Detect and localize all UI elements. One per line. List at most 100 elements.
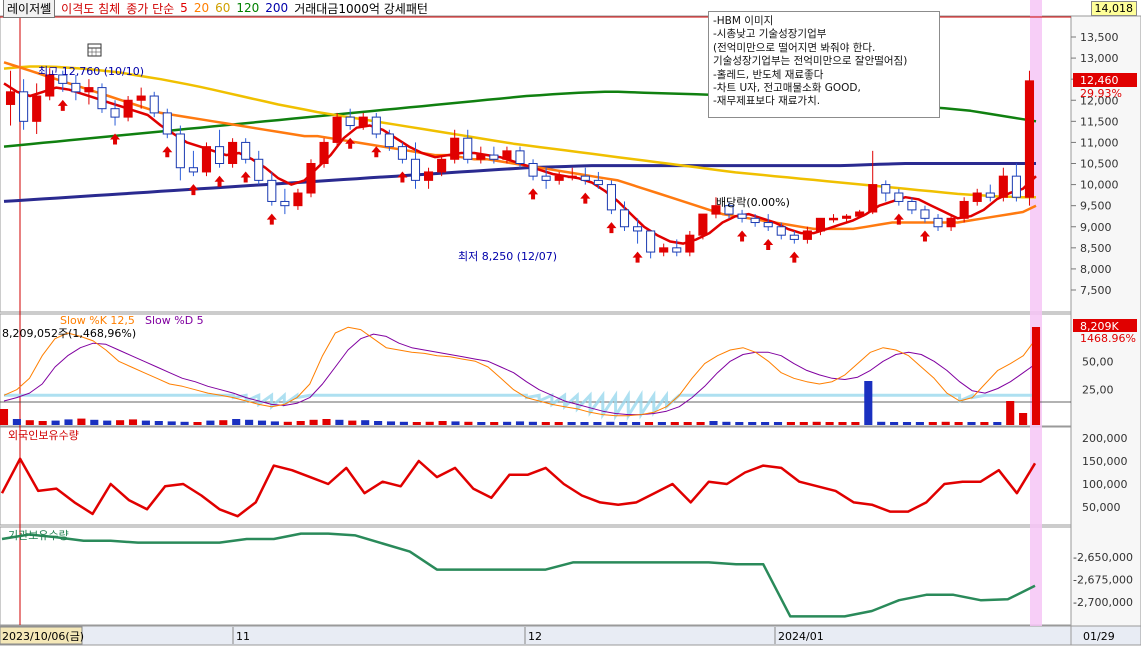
volume-bar <box>270 421 279 425</box>
volume-bar <box>541 422 550 425</box>
volume-bar <box>902 422 912 425</box>
volume-bar <box>464 421 473 425</box>
volume-bar <box>515 421 525 425</box>
candle-body <box>293 192 303 207</box>
candle <box>306 159 316 198</box>
candle-body <box>306 163 316 194</box>
candle-body <box>188 167 198 173</box>
volume-bar <box>51 420 60 425</box>
volume-bar <box>1031 327 1041 425</box>
candle-body <box>45 74 55 97</box>
volume-bar <box>38 421 47 425</box>
stoch-tick-label: 50,00 <box>1082 355 1114 368</box>
stock-name[interactable]: 레이저쎌 <box>3 0 56 18</box>
volume-bar <box>490 422 499 425</box>
current-change: 29.93% <box>1080 87 1122 100</box>
candle-body <box>345 116 355 127</box>
volume-bar <box>348 420 357 425</box>
volume-bar <box>425 421 434 425</box>
volume-bar <box>851 422 860 425</box>
candle-body <box>685 234 695 253</box>
volume-bar <box>890 422 899 425</box>
price-tick-label: 10,500 <box>1080 158 1119 171</box>
envelope-indicator[interactable]: 이격도 침체 <box>61 0 120 17</box>
candle-body <box>619 209 630 228</box>
candle <box>97 83 107 113</box>
volume-bar <box>761 422 770 425</box>
candle-body <box>985 192 995 198</box>
ma60-period: 60 <box>215 1 231 15</box>
volume-bar <box>786 422 795 425</box>
volume-bar <box>141 420 150 425</box>
candle-body <box>384 133 394 148</box>
stock-chart[interactable]: 13,50013,00012,50012,00011,50011,00010,5… <box>0 0 1141 646</box>
candle-body <box>933 217 943 228</box>
volume-bar <box>438 421 447 425</box>
top-price-box: 14,018 <box>1090 1 1137 16</box>
memo-box[interactable]: -HBM 이미지 -시총낮고 기술성장기업부 (전억미만으로 떨어지면 봐줘야 한다… <box>708 11 940 118</box>
ma-indicator-label[interactable]: 종가 단순 <box>126 0 174 17</box>
volume-bar <box>1006 401 1015 425</box>
candle-body <box>881 184 891 194</box>
volume-bar <box>309 419 318 425</box>
dividend-annotation: 배당락(0.00%) <box>716 196 790 209</box>
volume-bar <box>954 422 963 425</box>
stoch-d-label: Slow %D 5 <box>145 314 204 327</box>
volume-bar <box>606 421 615 425</box>
calendar-icon[interactable] <box>87 43 102 57</box>
candle-body <box>280 200 290 207</box>
candle-body <box>894 192 904 202</box>
candle-body <box>515 150 525 165</box>
ma20-period: 20 <box>193 1 210 15</box>
candle <box>201 142 212 177</box>
memo-line: -재무제표보다 재료가치. <box>713 95 821 108</box>
candle-body <box>371 116 381 135</box>
candle-body <box>646 230 656 253</box>
candle-body <box>84 87 94 93</box>
start-date: 2023/10/06(금) <box>2 630 84 643</box>
volume-bar <box>0 409 9 425</box>
volume-bar <box>283 421 292 425</box>
volume-bar <box>528 421 537 425</box>
candle-body <box>554 175 564 181</box>
volume-bar <box>361 420 370 425</box>
memo-line: 기술성장기업부는 전억미만으로 잘안떨어짐) <box>713 55 908 68</box>
volume-bar <box>219 420 228 425</box>
candle <box>332 112 342 147</box>
candle-body <box>776 226 786 236</box>
volume-bar <box>619 422 628 425</box>
memo-line: -시총낮고 기술성장기업부 <box>713 28 827 41</box>
candle-body <box>907 200 917 211</box>
foreign-tick-label: 50,000 <box>1082 501 1121 514</box>
volume-pattern-indicator[interactable]: 거래대금1000억 강세패턴 <box>294 0 428 17</box>
volume-bar <box>993 422 1002 425</box>
candle-body <box>763 222 773 228</box>
volume-bar <box>838 422 847 425</box>
candle <box>685 230 695 257</box>
volume-bar <box>593 422 602 425</box>
volume-bar <box>154 421 163 425</box>
candle-body <box>201 146 212 173</box>
foreign-label: 외국인보유수량 <box>8 429 79 442</box>
price-tick-label: 13,500 <box>1080 31 1119 44</box>
candle-body <box>149 95 159 114</box>
candle-body <box>463 137 473 160</box>
foreign-tick-label: 100,000 <box>1082 478 1128 491</box>
candle-body <box>998 175 1008 198</box>
date-label-nov: 11 <box>236 630 250 643</box>
candle-body <box>71 82 81 93</box>
foreign-tick-label: 200,000 <box>1082 432 1128 445</box>
memo-line: -HBM 이미지 <box>713 15 774 27</box>
candle-body <box>110 108 120 118</box>
candle-body <box>437 158 447 173</box>
candle <box>162 108 172 139</box>
volume-bar <box>180 421 189 425</box>
candle-body <box>672 247 682 253</box>
volume-bar <box>116 420 125 425</box>
candle-body <box>815 217 826 232</box>
foreign-tick-label: 150,000 <box>1082 455 1128 468</box>
candle-body <box>254 158 264 181</box>
volume-bar <box>567 422 576 425</box>
volume-bar <box>825 422 834 425</box>
candle <box>149 91 159 118</box>
